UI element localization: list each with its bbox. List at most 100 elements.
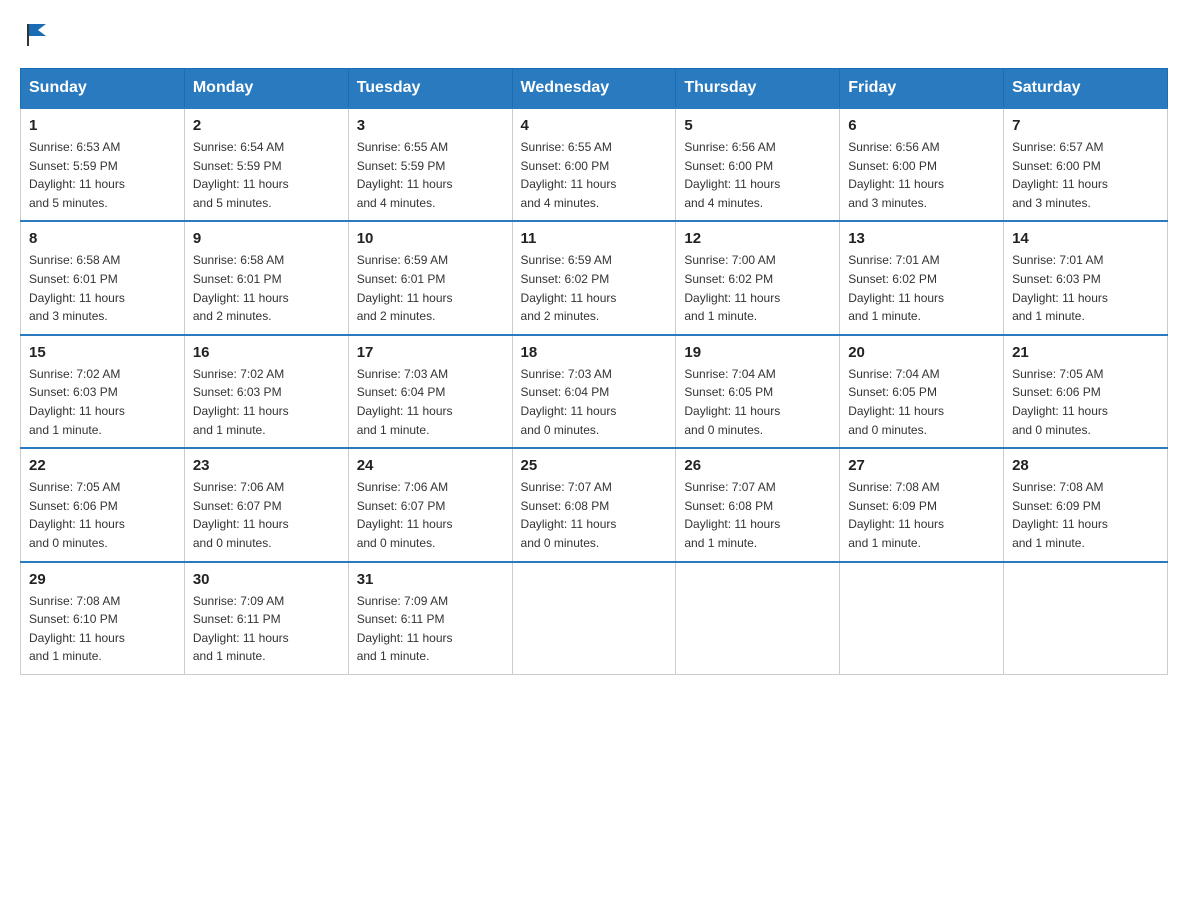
- day-info: Sunrise: 6:58 AMSunset: 6:01 PMDaylight:…: [29, 251, 176, 325]
- day-number: 13: [848, 230, 995, 247]
- calendar-cell: 5 Sunrise: 6:56 AMSunset: 6:00 PMDaylight…: [676, 108, 840, 221]
- day-number: 14: [1012, 230, 1159, 247]
- day-info: Sunrise: 6:56 AMSunset: 6:00 PMDaylight:…: [684, 138, 831, 212]
- column-header-tuesday: Tuesday: [348, 69, 512, 109]
- calendar-cell: 14 Sunrise: 7:01 AMSunset: 6:03 PMDayligh…: [1004, 221, 1168, 334]
- page-header: [20, 20, 1168, 48]
- logo: [20, 20, 52, 48]
- calendar-week-row: 22 Sunrise: 7:05 AMSunset: 6:06 PMDayligh…: [21, 448, 1168, 561]
- day-number: 23: [193, 457, 340, 474]
- day-info: Sunrise: 6:55 AMSunset: 5:59 PMDaylight:…: [357, 138, 504, 212]
- calendar-cell: [840, 562, 1004, 675]
- calendar-cell: 7 Sunrise: 6:57 AMSunset: 6:00 PMDaylight…: [1004, 108, 1168, 221]
- column-header-friday: Friday: [840, 69, 1004, 109]
- day-number: 7: [1012, 117, 1159, 134]
- logo-flag-icon: [24, 20, 52, 48]
- calendar-week-row: 1Sunrise: 6:53 AMSunset: 5:59 PMDaylight…: [21, 108, 1168, 221]
- day-info: Sunrise: 6:57 AMSunset: 6:00 PMDaylight:…: [1012, 138, 1159, 212]
- day-info: Sunrise: 7:04 AMSunset: 6:05 PMDaylight:…: [848, 365, 995, 439]
- calendar-cell: [1004, 562, 1168, 675]
- day-info: Sunrise: 7:05 AMSunset: 6:06 PMDaylight:…: [1012, 365, 1159, 439]
- calendar-cell: 8 Sunrise: 6:58 AMSunset: 6:01 PMDaylight…: [21, 221, 185, 334]
- day-info: Sunrise: 7:03 AMSunset: 6:04 PMDaylight:…: [521, 365, 668, 439]
- calendar-cell: 16 Sunrise: 7:02 AMSunset: 6:03 PMDayligh…: [184, 335, 348, 448]
- day-info: Sunrise: 7:04 AMSunset: 6:05 PMDaylight:…: [684, 365, 831, 439]
- day-number: 10: [357, 230, 504, 247]
- day-info: Sunrise: 6:58 AMSunset: 6:01 PMDaylight:…: [193, 251, 340, 325]
- calendar-cell: 31Sunrise: 7:09 AMSunset: 6:11 PMDayligh…: [348, 562, 512, 675]
- calendar-cell: [676, 562, 840, 675]
- calendar-week-row: 15 Sunrise: 7:02 AMSunset: 6:03 PMDayligh…: [21, 335, 1168, 448]
- calendar-week-row: 8 Sunrise: 6:58 AMSunset: 6:01 PMDaylight…: [21, 221, 1168, 334]
- calendar-cell: 21 Sunrise: 7:05 AMSunset: 6:06 PMDayligh…: [1004, 335, 1168, 448]
- day-info: Sunrise: 7:02 AMSunset: 6:03 PMDaylight:…: [29, 365, 176, 439]
- day-number: 8: [29, 230, 176, 247]
- column-header-sunday: Sunday: [21, 69, 185, 109]
- day-number: 21: [1012, 344, 1159, 361]
- day-info: Sunrise: 7:08 AMSunset: 6:09 PMDaylight:…: [848, 478, 995, 552]
- day-number: 22: [29, 457, 176, 474]
- day-info: Sunrise: 6:56 AMSunset: 6:00 PMDaylight:…: [848, 138, 995, 212]
- calendar-cell: 1Sunrise: 6:53 AMSunset: 5:59 PMDaylight…: [21, 108, 185, 221]
- calendar-cell: 10Sunrise: 6:59 AMSunset: 6:01 PMDayligh…: [348, 221, 512, 334]
- day-info: Sunrise: 7:09 AMSunset: 6:11 PMDaylight:…: [193, 592, 340, 666]
- calendar-cell: 18 Sunrise: 7:03 AMSunset: 6:04 PMDayligh…: [512, 335, 676, 448]
- day-info: Sunrise: 7:05 AMSunset: 6:06 PMDaylight:…: [29, 478, 176, 552]
- day-number: 18: [521, 344, 668, 361]
- calendar-header-row: SundayMondayTuesdayWednesdayThursdayFrid…: [21, 69, 1168, 109]
- day-info: Sunrise: 6:53 AMSunset: 5:59 PMDaylight:…: [29, 138, 176, 212]
- calendar-cell: 9 Sunrise: 6:58 AMSunset: 6:01 PMDaylight…: [184, 221, 348, 334]
- calendar-cell: 13 Sunrise: 7:01 AMSunset: 6:02 PMDayligh…: [840, 221, 1004, 334]
- day-info: Sunrise: 7:07 AMSunset: 6:08 PMDaylight:…: [521, 478, 668, 552]
- calendar-cell: 2 Sunrise: 6:54 AMSunset: 5:59 PMDaylight…: [184, 108, 348, 221]
- day-info: Sunrise: 7:01 AMSunset: 6:03 PMDaylight:…: [1012, 251, 1159, 325]
- day-number: 25: [521, 457, 668, 474]
- calendar-cell: 28 Sunrise: 7:08 AMSunset: 6:09 PMDayligh…: [1004, 448, 1168, 561]
- day-info: Sunrise: 6:55 AMSunset: 6:00 PMDaylight:…: [521, 138, 668, 212]
- calendar-cell: 17 Sunrise: 7:03 AMSunset: 6:04 PMDayligh…: [348, 335, 512, 448]
- calendar-cell: [512, 562, 676, 675]
- calendar-cell: 4 Sunrise: 6:55 AMSunset: 6:00 PMDaylight…: [512, 108, 676, 221]
- day-number: 6: [848, 117, 995, 134]
- day-info: Sunrise: 7:07 AMSunset: 6:08 PMDaylight:…: [684, 478, 831, 552]
- day-number: 28: [1012, 457, 1159, 474]
- day-info: Sunrise: 7:06 AMSunset: 6:07 PMDaylight:…: [357, 478, 504, 552]
- day-info: Sunrise: 6:59 AMSunset: 6:02 PMDaylight:…: [521, 251, 668, 325]
- day-number: 30: [193, 571, 340, 588]
- day-number: 24: [357, 457, 504, 474]
- day-info: Sunrise: 7:01 AMSunset: 6:02 PMDaylight:…: [848, 251, 995, 325]
- day-info: Sunrise: 7:06 AMSunset: 6:07 PMDaylight:…: [193, 478, 340, 552]
- column-header-wednesday: Wednesday: [512, 69, 676, 109]
- day-info: Sunrise: 7:08 AMSunset: 6:09 PMDaylight:…: [1012, 478, 1159, 552]
- calendar-cell: 19 Sunrise: 7:04 AMSunset: 6:05 PMDayligh…: [676, 335, 840, 448]
- day-number: 3: [357, 117, 504, 134]
- day-number: 2: [193, 117, 340, 134]
- day-info: Sunrise: 7:02 AMSunset: 6:03 PMDaylight:…: [193, 365, 340, 439]
- day-number: 26: [684, 457, 831, 474]
- day-number: 4: [521, 117, 668, 134]
- day-info: Sunrise: 7:09 AMSunset: 6:11 PMDaylight:…: [357, 592, 504, 666]
- day-number: 11: [521, 230, 668, 247]
- day-number: 15: [29, 344, 176, 361]
- day-number: 27: [848, 457, 995, 474]
- column-header-monday: Monday: [184, 69, 348, 109]
- calendar-cell: 27 Sunrise: 7:08 AMSunset: 6:09 PMDayligh…: [840, 448, 1004, 561]
- day-info: Sunrise: 7:08 AMSunset: 6:10 PMDaylight:…: [29, 592, 176, 666]
- calendar-cell: 24 Sunrise: 7:06 AMSunset: 6:07 PMDayligh…: [348, 448, 512, 561]
- day-number: 5: [684, 117, 831, 134]
- calendar-week-row: 29 Sunrise: 7:08 AMSunset: 6:10 PMDayligh…: [21, 562, 1168, 675]
- calendar-cell: 22 Sunrise: 7:05 AMSunset: 6:06 PMDayligh…: [21, 448, 185, 561]
- calendar-cell: 20 Sunrise: 7:04 AMSunset: 6:05 PMDayligh…: [840, 335, 1004, 448]
- calendar-cell: 29 Sunrise: 7:08 AMSunset: 6:10 PMDayligh…: [21, 562, 185, 675]
- day-number: 12: [684, 230, 831, 247]
- day-number: 19: [684, 344, 831, 361]
- day-number: 17: [357, 344, 504, 361]
- day-number: 29: [29, 571, 176, 588]
- day-number: 9: [193, 230, 340, 247]
- day-info: Sunrise: 6:54 AMSunset: 5:59 PMDaylight:…: [193, 138, 340, 212]
- day-number: 16: [193, 344, 340, 361]
- calendar-table: SundayMondayTuesdayWednesdayThursdayFrid…: [20, 68, 1168, 675]
- calendar-cell: 11 Sunrise: 6:59 AMSunset: 6:02 PMDayligh…: [512, 221, 676, 334]
- day-number: 20: [848, 344, 995, 361]
- day-info: Sunrise: 7:03 AMSunset: 6:04 PMDaylight:…: [357, 365, 504, 439]
